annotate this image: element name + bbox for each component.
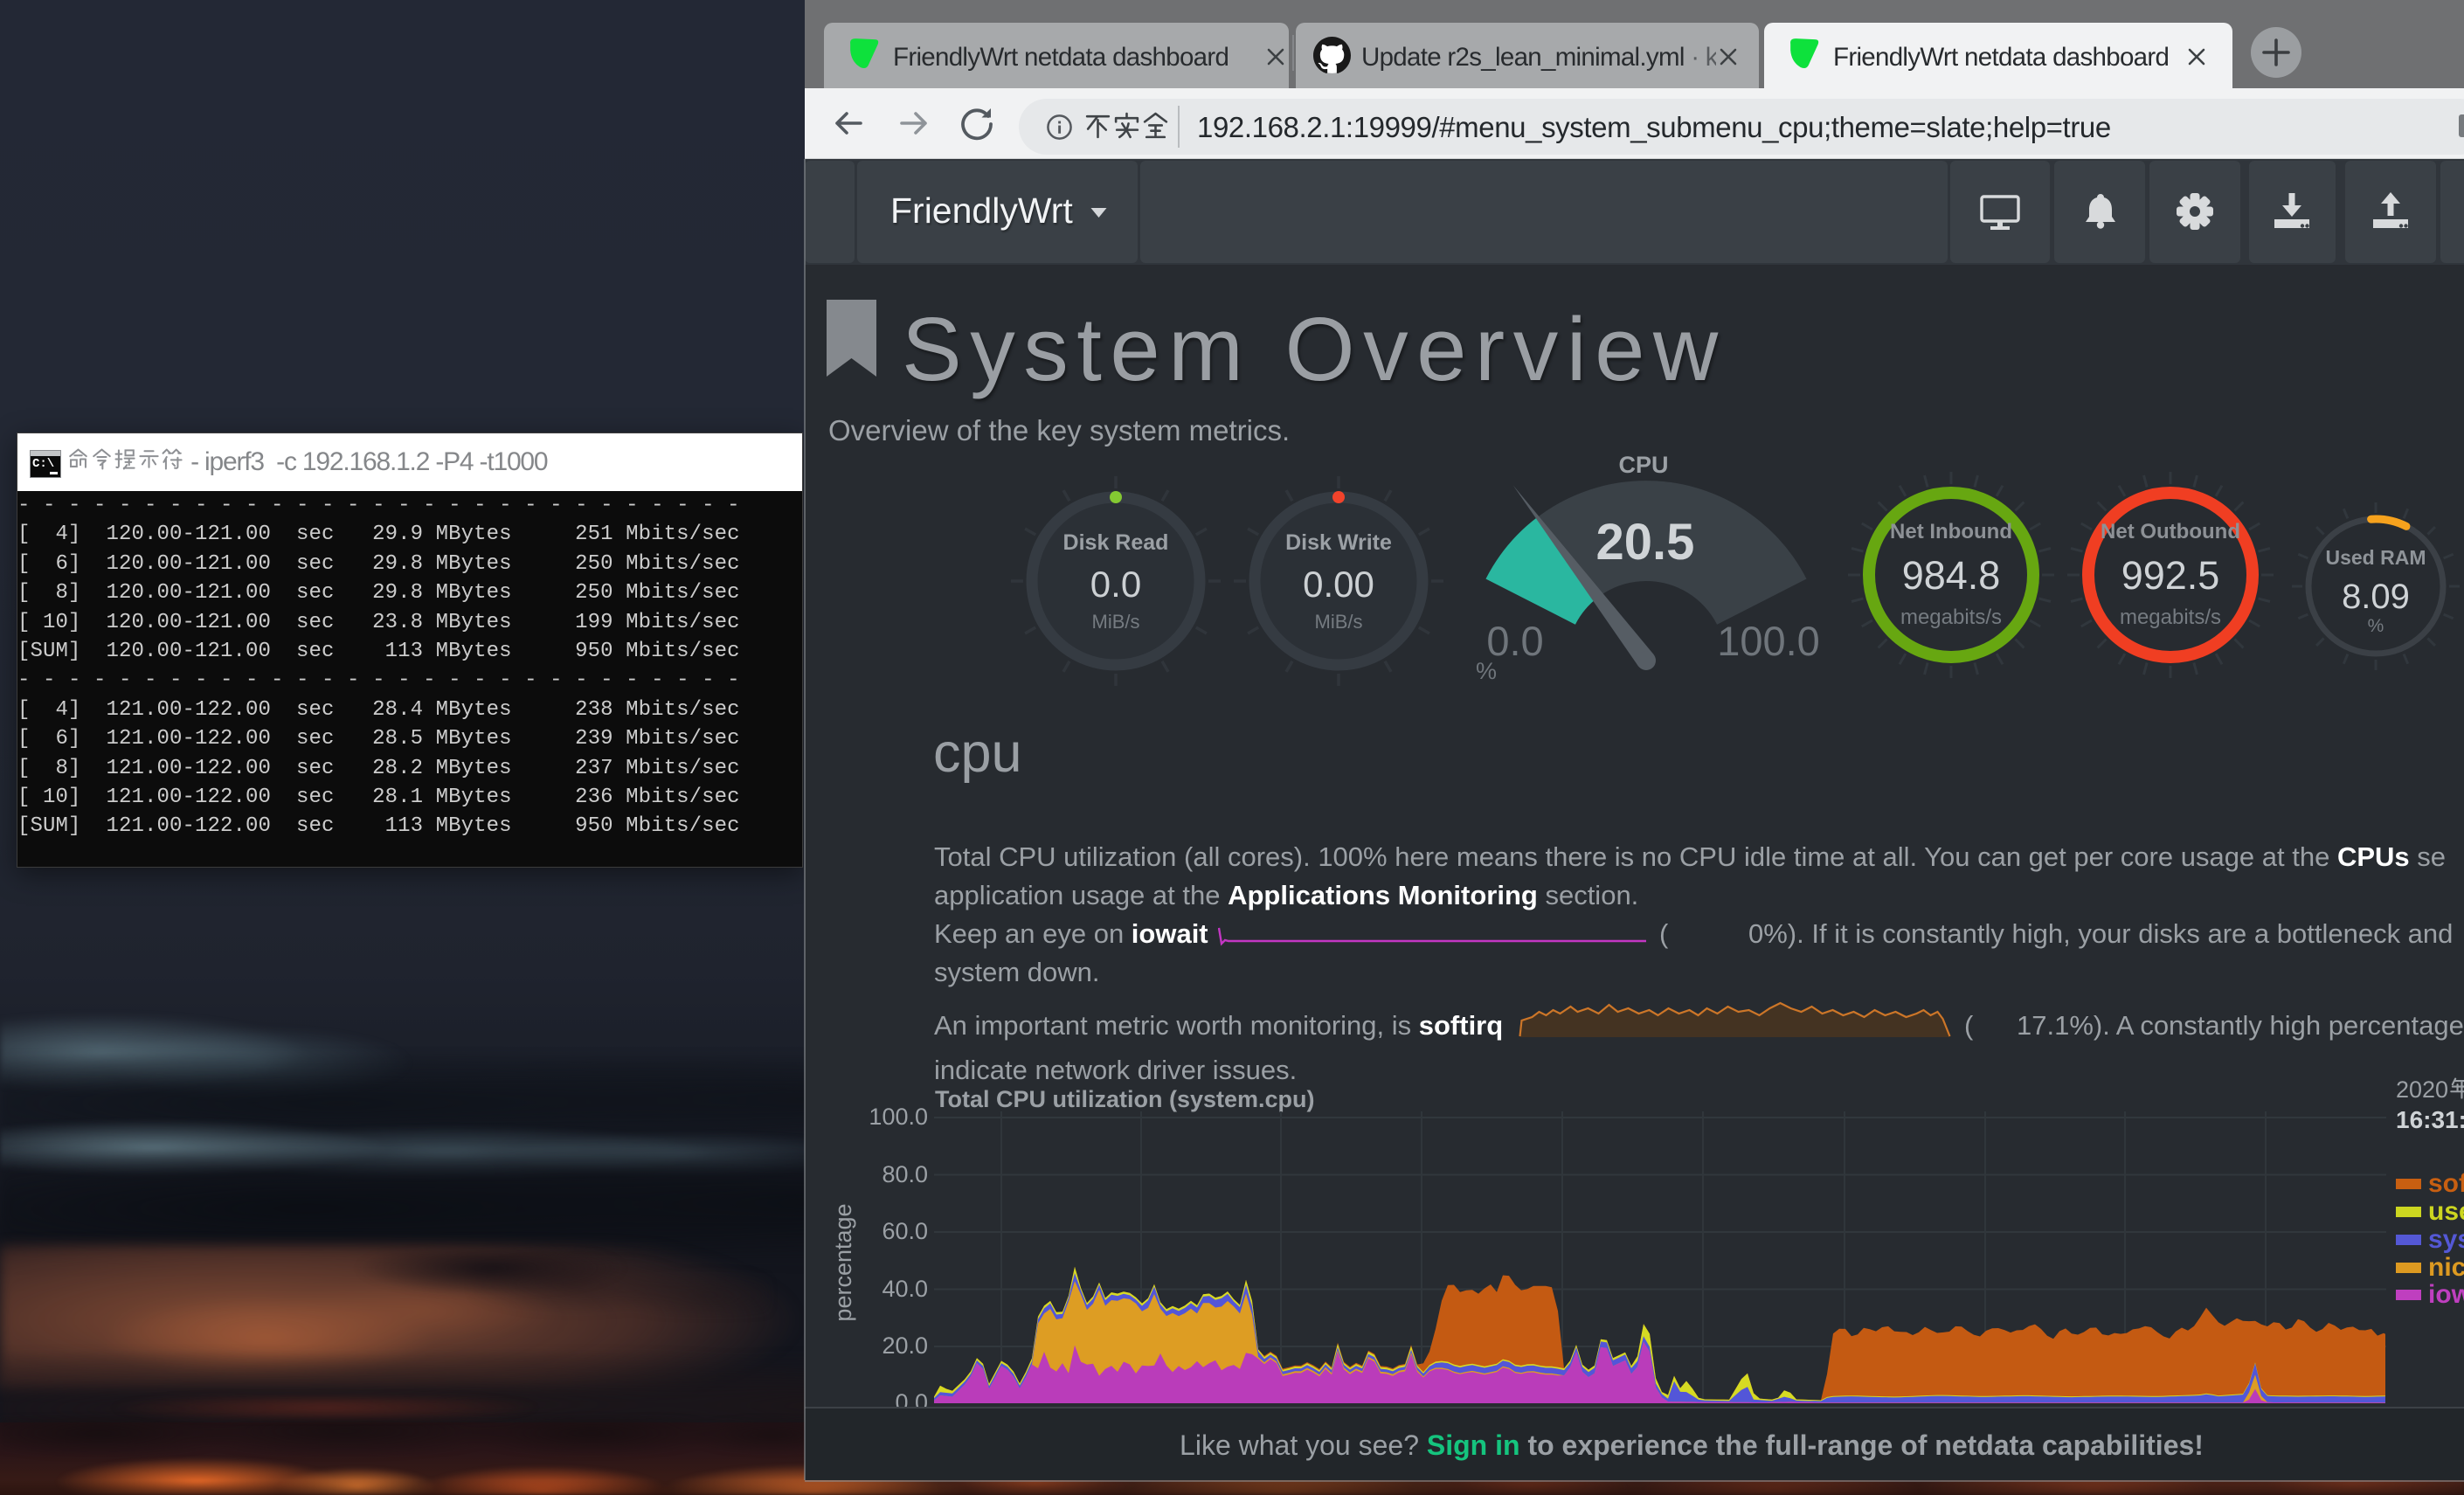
svg-text:Disk Read: Disk Read	[1063, 530, 1169, 555]
svg-text:Disk Write: Disk Write	[1285, 530, 1392, 555]
svg-text:100.0: 100.0	[1717, 618, 1820, 664]
svg-text:Net Inbound: Net Inbound	[1890, 520, 2012, 543]
svg-text:MiB/s: MiB/s	[1092, 611, 1140, 633]
svg-text:8.09: 8.09	[2342, 578, 2410, 616]
svg-text:MiB/s: MiB/s	[1315, 611, 1363, 633]
svg-text:0.0: 0.0	[1090, 564, 1141, 605]
svg-text:%: %	[2368, 616, 2384, 636]
svg-text:megabits/s: megabits/s	[1900, 606, 2002, 629]
svg-text:992.5: 992.5	[2121, 553, 2220, 598]
svg-text:Net Outbound: Net Outbound	[2101, 520, 2240, 543]
svg-text:0.00: 0.00	[1303, 564, 1374, 605]
svg-text:984.8: 984.8	[1902, 553, 2001, 598]
svg-text:%: %	[1476, 658, 1497, 684]
svg-text:20.5: 20.5	[1596, 514, 1695, 571]
svg-text:megabits/s: megabits/s	[2120, 606, 2221, 629]
svg-text:CPU: CPU	[1618, 452, 1668, 478]
svg-text:Used RAM: Used RAM	[2325, 546, 2426, 569]
